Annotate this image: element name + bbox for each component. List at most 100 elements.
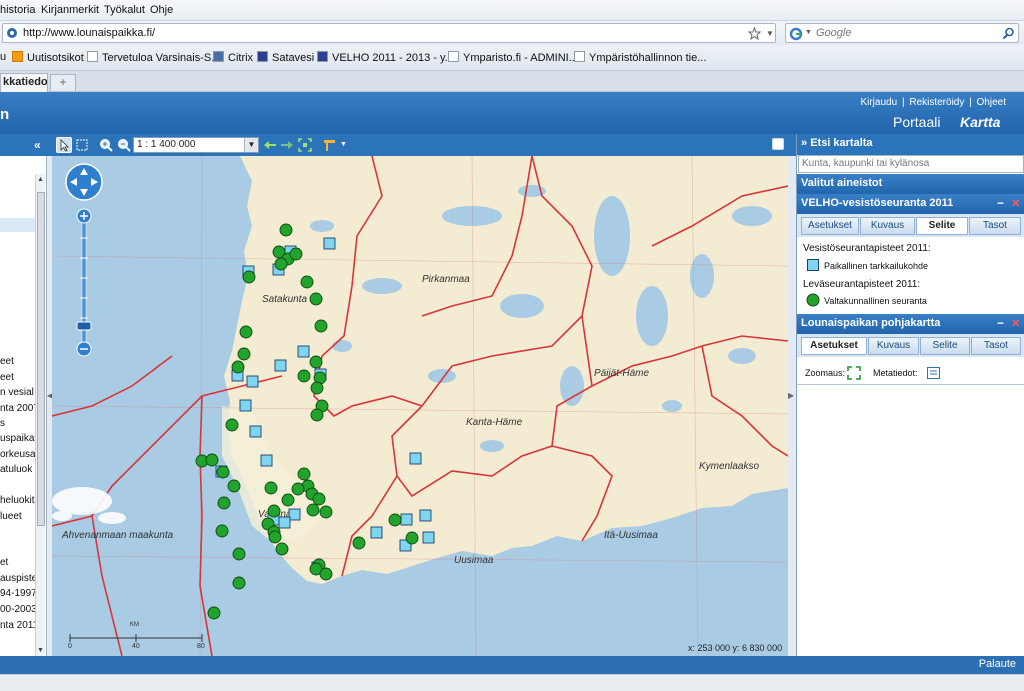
map-canvas[interactable]: Pirkanmaa Satakunta Päijät-Häme Kanta-Hä… — [52, 156, 788, 656]
minimize-icon[interactable]: − — [997, 196, 1004, 210]
site-square-marker[interactable] — [297, 345, 310, 358]
register-link[interactable]: Rekisteröidy — [909, 97, 964, 108]
bookmark-ymparisto[interactable]: Ymparisto.fi - ADMINI... — [448, 51, 578, 64]
history-forward-button[interactable] — [279, 137, 295, 153]
site-square-marker[interactable] — [274, 359, 287, 372]
tab-selite[interactable]: Selite — [916, 217, 968, 235]
site-circle-marker[interactable] — [405, 531, 419, 545]
site-circle-marker[interactable] — [319, 505, 333, 519]
kartta-link[interactable]: Kartta — [960, 114, 1000, 130]
bookmark-u[interactable]: u — [0, 51, 6, 63]
tree-item[interactable]: 00-2003 — [0, 604, 37, 615]
tab-tasot[interactable]: Tasot — [971, 337, 1021, 355]
zoom-in-button[interactable] — [98, 137, 114, 153]
site-circle-marker[interactable] — [274, 257, 288, 271]
site-circle-marker[interactable] — [207, 606, 221, 620]
url-field[interactable]: http://www.lounaispaikka.fi/ ▼ — [2, 23, 776, 43]
collapse-left-panel-icon[interactable]: « — [34, 138, 41, 152]
site-square-marker[interactable] — [400, 513, 413, 526]
metadata-icon[interactable] — [927, 367, 940, 379]
portaali-link[interactable]: Portaali — [893, 114, 940, 130]
zoom-slider-thumb[interactable] — [76, 321, 92, 331]
tree-item[interactable]: s — [0, 418, 5, 429]
site-circle-marker[interactable] — [239, 325, 253, 339]
tab-asetukset[interactable]: Asetukset — [801, 337, 867, 355]
tree-item[interactable]: uspaikat — [0, 433, 37, 444]
scrollbar-thumb[interactable] — [37, 192, 45, 526]
tree-item[interactable]: atuluok — [0, 464, 32, 475]
site-square-marker[interactable] — [409, 452, 422, 465]
tree-item[interactable]: lueet — [0, 511, 22, 522]
right-splitter[interactable]: ▶ — [788, 156, 796, 656]
menu-tools[interactable]: Työkalut — [104, 4, 145, 16]
menu-help[interactable]: Ohje — [150, 4, 173, 16]
site-circle-marker[interactable] — [231, 360, 245, 374]
magnifier-icon[interactable] — [1002, 27, 1015, 40]
bookmark-satavesi[interactable]: Satavesi — [257, 51, 314, 64]
help-link[interactable]: Ohjeet — [977, 97, 1006, 108]
site-circle-marker[interactable] — [300, 275, 314, 289]
bookmark-uutisotsikot[interactable]: Uutisotsikot — [12, 51, 84, 64]
bookmark-ymparistohallinto[interactable]: Ympäristöhallinnon tie... — [574, 51, 706, 64]
site-square-marker[interactable] — [288, 508, 301, 521]
history-back-button[interactable] — [262, 137, 278, 153]
maximize-map-button[interactable] — [772, 138, 784, 150]
search-panel-header[interactable]: » Etsi kartalta — [797, 134, 1024, 155]
feedback-link[interactable]: Palaute — [979, 658, 1016, 670]
scroll-up-icon[interactable]: ▲ — [37, 176, 44, 183]
left-panel-scrollbar[interactable]: ▲ ▼ — [35, 174, 45, 656]
site-circle-marker[interactable] — [232, 547, 246, 561]
tab-tasot[interactable]: Tasot — [969, 217, 1021, 235]
layer1-header[interactable]: VELHO-vesistöseuranta 2011 − ✕ — [797, 194, 1024, 214]
site-circle-marker[interactable] — [215, 524, 229, 538]
site-square-marker[interactable] — [260, 454, 273, 467]
close-icon[interactable]: ✕ — [1011, 197, 1020, 210]
site-square-marker[interactable] — [323, 237, 336, 250]
zoom-out-button[interactable] — [116, 137, 132, 153]
scale-select[interactable]: 1 : 1 400 000 ▼ — [133, 137, 259, 153]
site-square-marker[interactable] — [246, 375, 259, 388]
bookmark-citrix[interactable]: Citrix — [213, 51, 253, 64]
site-circle-marker[interactable] — [237, 347, 251, 361]
site-square-marker[interactable] — [419, 509, 432, 522]
site-circle-marker[interactable] — [319, 567, 333, 581]
pan-tool-button[interactable] — [56, 137, 72, 153]
measure-tool-button[interactable] — [322, 137, 338, 153]
minimize-icon[interactable]: − — [997, 316, 1004, 330]
tree-item[interactable]: eet — [0, 356, 14, 367]
tree-item[interactable]: et — [0, 557, 8, 568]
site-circle-marker[interactable] — [268, 530, 282, 544]
site-circle-marker[interactable] — [310, 381, 324, 395]
bookmark-velho[interactable]: VELHO 2011 - 2013 - y... — [317, 51, 454, 64]
site-circle-marker[interactable] — [267, 504, 281, 518]
site-square-marker[interactable] — [422, 531, 435, 544]
layer2-header[interactable]: Lounaispaikan pohjakartta − ✕ — [797, 314, 1024, 334]
zoom-box-button[interactable] — [74, 137, 90, 153]
site-circle-marker[interactable] — [225, 418, 239, 432]
site-circle-marker[interactable] — [312, 492, 326, 506]
site-circle-marker[interactable] — [310, 408, 324, 422]
pan-control[interactable] — [65, 162, 105, 202]
web-search-field[interactable]: ▼ Google — [785, 23, 1019, 43]
site-circle-marker[interactable] — [217, 496, 231, 510]
site-circle-marker[interactable] — [297, 467, 311, 481]
site-circle-marker[interactable] — [275, 542, 289, 556]
bookmark-tervetuloa[interactable]: Tervetuloa Varsinais-S... — [87, 51, 220, 64]
browser-tab[interactable]: kkatiedo... — [0, 73, 48, 92]
zoom-to-layer-icon[interactable] — [847, 366, 861, 380]
site-circle-marker[interactable] — [242, 270, 256, 284]
site-circle-marker[interactable] — [291, 482, 305, 496]
selected-tree-row[interactable] — [0, 218, 35, 232]
site-circle-marker[interactable] — [289, 247, 303, 261]
search-engine-dropdown-icon[interactable]: ▼ — [805, 29, 812, 36]
site-circle-marker[interactable] — [264, 481, 278, 495]
menu-bookmarks[interactable]: Kirjanmerkit — [41, 4, 99, 16]
tree-item[interactable]: n vesial — [0, 387, 34, 398]
site-circle-marker[interactable] — [205, 453, 219, 467]
site-square-marker[interactable] — [249, 425, 262, 438]
site-square-marker[interactable] — [278, 516, 291, 529]
tab-selite[interactable]: Selite — [920, 337, 970, 355]
splitter-arrow-icon[interactable]: ▶ — [788, 391, 794, 400]
tree-item[interactable]: nta 2011 — [0, 620, 38, 631]
site-circle-marker[interactable] — [388, 513, 402, 527]
